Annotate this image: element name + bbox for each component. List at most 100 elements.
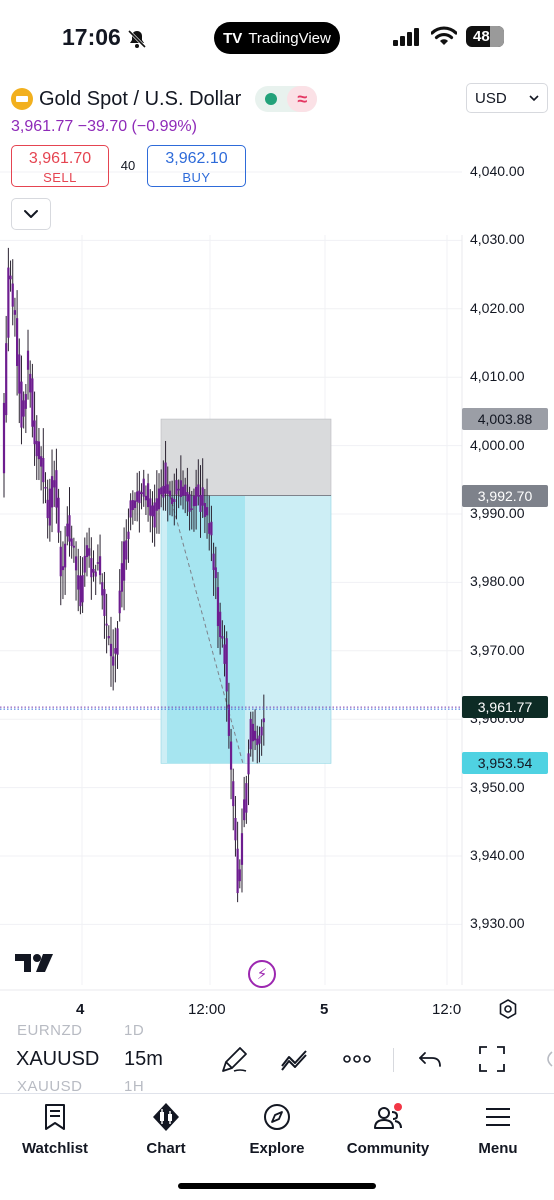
candle-body <box>101 582 104 596</box>
candle-body <box>85 545 89 558</box>
candle-body <box>179 480 182 498</box>
nav-community[interactable]: Community <box>333 1102 443 1157</box>
sell-price: 3,961.70 <box>28 150 92 167</box>
battery-level: 48 <box>473 28 490 45</box>
candle-body <box>256 738 259 746</box>
currency-value: USD <box>475 89 507 107</box>
market-open-dot-icon <box>265 93 278 105</box>
candle-body <box>92 568 95 573</box>
symbol-header[interactable]: Gold Spot / U.S. Dollar ≈ <box>11 86 318 112</box>
time-axis-label: 4 <box>76 1001 85 1018</box>
candle-body <box>238 869 241 882</box>
nav-explore[interactable]: Explore <box>222 1102 332 1157</box>
candle-body <box>153 502 156 528</box>
candle-body <box>68 515 71 542</box>
candle-body <box>118 590 121 614</box>
candle-body <box>227 704 230 736</box>
candle-body <box>234 818 237 841</box>
tradingview-pill: TV TradingView <box>214 22 340 54</box>
candle-body <box>26 350 30 370</box>
price-axis-label: 3,950.00 <box>470 778 525 795</box>
nav-watchlist[interactable]: Watchlist <box>0 1102 110 1157</box>
tradingview-logo-icon[interactable] <box>15 950 55 976</box>
toolbar-divider <box>393 1048 394 1072</box>
candle-body <box>72 545 75 548</box>
nav-menu[interactable]: Menu <box>443 1102 553 1157</box>
candle-body <box>142 478 145 497</box>
candle-body <box>9 275 12 280</box>
chevron-down-icon <box>529 94 539 101</box>
candle-body <box>168 490 172 497</box>
home-indicator <box>178 1183 376 1189</box>
candle-body <box>131 500 134 511</box>
candle-body <box>173 499 176 502</box>
candle-body <box>249 718 252 750</box>
candle-body <box>236 848 239 894</box>
compass-icon <box>264 1104 290 1130</box>
scroll-more-icon[interactable] <box>538 1044 554 1074</box>
fullscreen-icon[interactable] <box>477 1044 507 1074</box>
last-price-change: 3,961.77 −39.70 (−0.99%) <box>11 118 197 135</box>
candle-body <box>195 486 198 506</box>
more-icon[interactable] <box>342 1044 372 1074</box>
currency-select[interactable]: USD <box>466 83 548 113</box>
symbol-name[interactable]: Gold Spot / U.S. Dollar <box>39 88 241 111</box>
bottom-navigation: Watchlist Chart Explore Community Menu <box>0 1093 554 1173</box>
candle-body <box>107 636 110 639</box>
chevron-down-icon <box>24 210 38 218</box>
interval-selector[interactable]: 15m <box>124 1048 163 1071</box>
candle-body <box>11 283 14 307</box>
candle-body <box>31 378 34 427</box>
collapse-button[interactable] <box>11 198 51 230</box>
candle-body <box>162 485 165 498</box>
flash-icon[interactable]: ⚡ <box>248 960 276 988</box>
candle-body <box>138 490 141 504</box>
market-status-badge[interactable]: ≈ <box>255 86 318 112</box>
settings-icon[interactable] <box>497 998 519 1020</box>
candle-body <box>201 487 204 506</box>
candle-body <box>2 402 6 474</box>
candle-body <box>232 781 235 807</box>
candle-body <box>116 628 119 655</box>
candle-body <box>229 741 233 770</box>
gold-bar-icon <box>11 88 33 110</box>
nav-watchlist-label: Watchlist <box>21 1140 89 1157</box>
candle-body <box>251 723 254 742</box>
candle-body <box>221 636 224 639</box>
price-axis-label: 4,030.00 <box>470 231 525 248</box>
candle-body <box>29 373 32 393</box>
nav-chart[interactable]: Chart <box>111 1102 221 1157</box>
candle-body <box>59 546 62 577</box>
time-axis-label: 12:00 <box>188 1001 226 1018</box>
candle-body <box>245 783 248 813</box>
candle-body <box>44 486 47 489</box>
candle-body <box>188 494 191 512</box>
candle-body <box>199 495 202 512</box>
candle-body <box>13 310 17 315</box>
candle-body <box>253 730 257 741</box>
candle-body <box>64 543 67 568</box>
candle-body <box>112 656 115 666</box>
sell-button[interactable]: 3,961.70 SELL <box>11 145 109 187</box>
brush-icon[interactable] <box>220 1044 250 1074</box>
cellular-signal-icon <box>393 28 419 46</box>
candle-body <box>35 440 38 457</box>
candle-body <box>57 497 60 533</box>
watchlist-icon <box>45 1104 65 1130</box>
bell-muted-icon <box>127 29 147 49</box>
candle-body <box>262 718 265 723</box>
undo-icon[interactable] <box>415 1044 445 1074</box>
candle-body <box>61 566 65 571</box>
buy-button[interactable]: 3,962.10 BUY <box>147 145 246 187</box>
candle-body <box>22 400 25 417</box>
drawing-tools-icon[interactable] <box>280 1044 310 1074</box>
symbol-selector[interactable]: XAUUSD <box>16 1048 99 1071</box>
candle-body <box>94 571 97 577</box>
buy-price: 3,962.10 <box>165 150 228 167</box>
battery-icon: 48 <box>466 26 504 47</box>
ghost-interval-above: 1D <box>124 1022 145 1039</box>
nav-menu-label: Menu <box>478 1140 518 1157</box>
candle-body <box>136 491 139 502</box>
active-profit-zone <box>167 495 245 764</box>
price-axis-label: 3,980.00 <box>470 573 525 590</box>
